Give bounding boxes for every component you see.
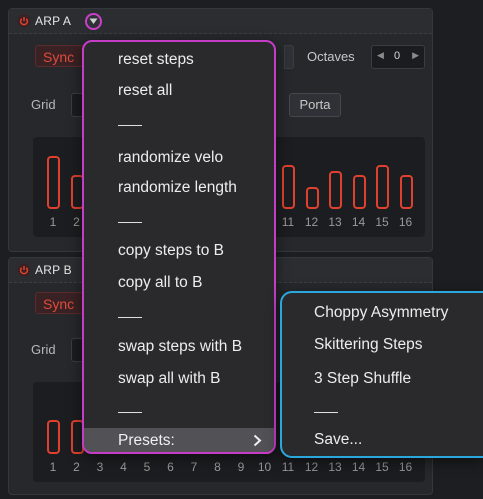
arp-a-step-number: 16 <box>398 215 413 229</box>
arp-b-step-number: 13 <box>328 460 342 474</box>
arp-context-menu: reset steps reset all randomize velo ran… <box>82 40 276 454</box>
arp-b-step-bar[interactable] <box>47 420 60 454</box>
submenu-separator <box>314 412 338 413</box>
arp-a-step-number: 15 <box>375 215 389 229</box>
arp-a-step-number: 14 <box>351 215 366 229</box>
arp-b-grid-label: Grid <box>31 342 56 357</box>
arp-a-menu-button[interactable] <box>85 13 102 30</box>
arp-b-step-number: 15 <box>375 460 389 474</box>
octaves-decrement-icon[interactable]: ◀ <box>377 50 384 61</box>
presets-submenu: Choppy Asymmetry Skittering Steps 3 Step… <box>280 291 483 458</box>
arp-b-step-number: 6 <box>167 460 174 474</box>
arp-a-step-bar[interactable] <box>399 175 413 209</box>
arp-a-step-number: 11 <box>281 215 295 229</box>
arp-a-step-bar[interactable] <box>305 187 319 209</box>
arp-b-step-number: 8 <box>214 460 221 474</box>
preset-item[interactable]: 3 Step Shuffle <box>314 370 411 388</box>
arp-b-step-number: 7 <box>190 460 198 474</box>
power-icon[interactable] <box>17 14 31 28</box>
arp-b-step-number: 2 <box>73 460 80 474</box>
menu-item-copy-all-to-b[interactable]: copy all to B <box>118 274 202 292</box>
octaves-label: Octaves <box>307 49 355 64</box>
chevron-down-icon <box>89 18 98 24</box>
arp-a-step-number: 12 <box>304 215 319 229</box>
menu-item-swap-steps-with-b[interactable]: swap steps with B <box>118 338 242 356</box>
arp-a-rate-dropdown[interactable] <box>284 45 294 69</box>
preset-save-item[interactable]: Save... <box>314 431 362 449</box>
power-icon[interactable] <box>17 263 31 277</box>
menu-item-randomize-length[interactable]: randomize length <box>118 179 237 197</box>
arp-b-step-number: 4 <box>120 460 127 474</box>
menu-item-randomize-velo[interactable]: randomize velo <box>118 149 223 167</box>
menu-separator <box>118 317 142 318</box>
arp-b-step-number: 11 <box>281 460 295 474</box>
arp-a-step-bar[interactable] <box>282 165 295 209</box>
arp-a-step-bar[interactable] <box>376 165 389 209</box>
presets-label: Presets: <box>118 432 175 449</box>
arp-b-step-number: 9 <box>237 460 245 474</box>
octaves-value: 0 <box>394 50 401 62</box>
octaves-increment-icon[interactable]: ▶ <box>412 50 419 61</box>
menu-item-reset-all[interactable]: reset all <box>118 82 172 100</box>
preset-item[interactable]: Choppy Asymmetry <box>314 304 448 322</box>
arp-b-step-number: 12 <box>304 460 319 474</box>
preset-item[interactable]: Skittering Steps <box>314 336 423 354</box>
arp-a-step-number: 13 <box>328 215 342 229</box>
porta-button[interactable]: Porta <box>289 93 341 117</box>
arp-b-step-number: 14 <box>351 460 366 474</box>
arp-b-step-number: 16 <box>398 460 413 474</box>
arp-a-step-bar[interactable] <box>352 175 366 209</box>
arp-b-step-number: 1 <box>49 460 57 474</box>
arp-a-step-bar[interactable] <box>47 156 60 209</box>
arp-b-step-number: 3 <box>96 460 104 474</box>
menu-separator <box>118 412 142 413</box>
octaves-stepper[interactable]: ◀ 0 ▶ <box>371 45 425 69</box>
arp-a-title: ARP A <box>35 14 72 28</box>
arp-a-step-bar[interactable] <box>329 171 342 209</box>
menu-item-swap-all-with-b[interactable]: swap all with B <box>118 370 221 388</box>
menu-item-reset-steps[interactable]: reset steps <box>118 51 194 69</box>
arp-b-step-number: 5 <box>143 460 151 474</box>
menu-item-presets[interactable]: Presets: <box>84 428 274 452</box>
chevron-right-icon <box>253 434 262 447</box>
arp-a-step-number: 1 <box>49 215 57 229</box>
arp-a-grid-label: Grid <box>31 97 56 112</box>
menu-separator <box>118 125 142 126</box>
arp-b-step-number: 10 <box>257 460 272 474</box>
arp-b-title: ARP B <box>35 263 72 277</box>
menu-item-copy-steps-to-b[interactable]: copy steps to B <box>118 242 224 260</box>
menu-separator <box>118 222 142 223</box>
arp-a-header: ARP A <box>9 9 432 34</box>
